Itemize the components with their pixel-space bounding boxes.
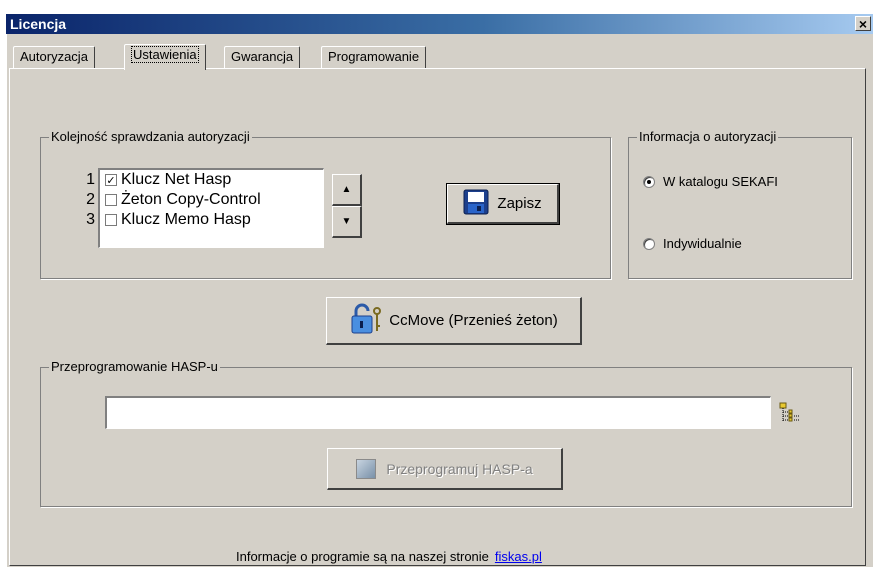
order-group-legend: Kolejność sprawdzania autoryzacji <box>49 129 252 145</box>
close-button[interactable]: × <box>855 16 871 31</box>
arrow-up-icon: ▲ <box>341 184 352 195</box>
checkbox[interactable] <box>105 214 117 226</box>
auth-info-groupbox: Informacja o autoryzacji W katalogu SEKA… <box>628 129 852 279</box>
footer-info: Informacje o programie są na naszej stro… <box>236 549 542 564</box>
save-button-label: Zapisz <box>497 195 542 212</box>
tab-label: Gwarancja <box>231 49 294 64</box>
tab-label: Ustawienia <box>131 46 199 63</box>
order-number: 1 <box>86 171 95 188</box>
list-item-label: Żeton Copy-Control <box>121 191 261 208</box>
save-button[interactable]: Zapisz <box>446 183 560 225</box>
radio-individual[interactable]: Indywidualnie <box>643 236 742 251</box>
tab-gwarancja[interactable]: Gwarancja <box>224 46 301 68</box>
radio-label: Indywidualnie <box>663 236 742 251</box>
website-link[interactable]: fiskas.pl <box>495 549 542 564</box>
ccmove-button[interactable]: CcMove (Przenieś żeton) <box>326 297 582 345</box>
radio-icon[interactable] <box>643 237 655 250</box>
hasp-file-input[interactable] <box>105 396 771 429</box>
tab-autoryzacja[interactable]: Autoryzacja <box>13 46 95 68</box>
radio-label: W katalogu SEKAFI <box>663 174 778 189</box>
auth-info-legend: Informacja o autoryzacji <box>637 129 779 145</box>
hasp-group-legend: Przeprogramowanie HASP-u <box>49 359 220 375</box>
list-item-label: Klucz Net Hasp <box>121 171 232 188</box>
checkbox-checked[interactable]: ✓ <box>105 174 117 187</box>
close-icon: × <box>858 16 868 32</box>
tree-browse-icon[interactable] <box>779 402 801 427</box>
dialog-body: Autoryzacja Ustawienia Gwarancja Program… <box>6 34 873 567</box>
tab-ustawienia[interactable]: Ustawienia <box>124 44 206 70</box>
list-item-label: Klucz Memo Hasp <box>121 211 251 228</box>
reprogram-hasp-button[interactable]: Przeprogramuj HASP-a <box>327 448 563 490</box>
list-item[interactable]: Żeton Copy-Control <box>100 190 323 210</box>
ccmove-button-label: CcMove (Przenieś żeton) <box>389 312 558 329</box>
arrow-down-icon: ▼ <box>341 216 352 227</box>
tab-label: Autoryzacja <box>20 49 88 64</box>
window-titlebar: Licencja × <box>6 14 873 34</box>
tab-panel-ustawienia: Kolejność sprawdzania autoryzacji 1 2 3 … <box>9 68 866 566</box>
hasp-groupbox: Przeprogramowanie HASP-u Przeprogramuj H… <box>40 359 852 507</box>
list-item[interactable]: ✓ Klucz Net Hasp <box>100 170 323 190</box>
move-down-button[interactable]: ▼ <box>332 206 362 238</box>
tab-programowanie[interactable]: Programowanie <box>321 46 427 68</box>
auth-order-list[interactable]: ✓ Klucz Net Hasp Żeton Copy-Control Kluc… <box>98 168 324 248</box>
order-number: 3 <box>86 211 95 228</box>
order-number: 2 <box>86 191 95 208</box>
tab-label: Programowanie <box>328 49 420 64</box>
padlock-key-icon <box>349 302 383 340</box>
order-groupbox: Kolejność sprawdzania autoryzacji 1 2 3 … <box>40 129 611 279</box>
radio-selected-icon[interactable] <box>643 175 655 188</box>
floppy-disk-icon <box>463 189 489 219</box>
radio-sekafi[interactable]: W katalogu SEKAFI <box>643 174 778 189</box>
move-up-button[interactable]: ▲ <box>332 174 362 206</box>
list-item[interactable]: Klucz Memo Hasp <box>100 210 323 230</box>
reprogram-hasp-label: Przeprogramuj HASP-a <box>386 460 533 477</box>
footer-text: Informacje o programie są na naszej stro… <box>236 549 489 564</box>
chip-icon <box>356 458 377 479</box>
window-title: Licencja <box>10 16 67 32</box>
checkbox[interactable] <box>105 194 117 206</box>
